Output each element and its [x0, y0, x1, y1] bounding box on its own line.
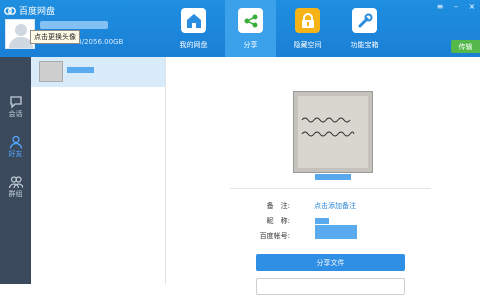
toolbox-icon [352, 8, 377, 33]
app-title-text: 百度网盘 [19, 6, 56, 17]
nickname-label: 昵 称: [266, 217, 290, 225]
share-file-button[interactable]: 分享文件 [256, 254, 405, 271]
app-title: 百度网盘 [4, 3, 55, 17]
friend-thumbnail [39, 61, 63, 82]
transfer-button[interactable]: 传输 [451, 40, 480, 53]
sidebar-item-friends[interactable]: 好友 [0, 135, 31, 169]
secondary-action-button[interactable] [256, 278, 405, 295]
remark-label: 备 注: [266, 202, 290, 210]
window-controls: ≡ – × [436, 3, 476, 11]
group-icon [8, 176, 23, 189]
nav-share[interactable]: 分享 [225, 0, 276, 57]
friend-name-redacted [67, 67, 94, 73]
nav-label: 功能宝箱 [350, 41, 379, 49]
friend-detail: 备 注: 点击添加备注 昵 称: 百度帐号: 分享文件 [166, 57, 480, 295]
nav-label: 我的网盘 [179, 41, 208, 49]
nav-label: 分享 [243, 41, 258, 49]
friend-list [31, 57, 166, 284]
transfer-label: 传输 [458, 42, 473, 51]
left-sidebar: 会话 好友 群组 [0, 57, 31, 284]
friend-name-redacted [315, 174, 351, 180]
avatar-head-shape [15, 24, 27, 36]
avatar-tooltip: 点击更换头像 [30, 30, 80, 44]
sidebar-item-chat[interactable]: 会话 [0, 95, 31, 129]
person-icon [9, 135, 22, 149]
minimize-icon[interactable]: – [452, 3, 460, 11]
sidebar-item-groups[interactable]: 群组 [0, 175, 31, 209]
handwriting-image [294, 92, 372, 172]
nickname-redacted [315, 218, 329, 224]
nav-label: 隐藏空间 [293, 41, 322, 49]
add-remark-link[interactable]: 点击添加备注 [314, 201, 356, 211]
close-icon[interactable]: × [468, 3, 476, 11]
friend-photo [293, 91, 373, 173]
remark-row: 备 注: 点击添加备注 [256, 201, 406, 211]
cloud-logo-icon [4, 6, 16, 15]
top-header: 百度网盘 815.53GB/2056.00GB 点击更换头像 我的网盘 分享 隐… [0, 0, 480, 57]
account-redacted [315, 225, 357, 239]
sidebar-item-label: 会话 [8, 110, 23, 118]
sidebar-item-label: 群组 [8, 190, 23, 198]
main-nav: 我的网盘 分享 隐藏空间 功能宝箱 [168, 0, 396, 57]
nav-hidden-space[interactable]: 隐藏空间 [282, 0, 333, 57]
home-folder-icon [181, 8, 206, 33]
share-file-label: 分享文件 [316, 258, 345, 267]
nav-my-drive[interactable]: 我的网盘 [168, 0, 219, 57]
divider [230, 188, 431, 189]
username-redacted [40, 21, 108, 29]
account-label: 百度帐号: [259, 232, 290, 240]
lock-icon [295, 8, 320, 33]
chat-bubble-icon [9, 96, 22, 109]
list-item[interactable] [31, 57, 165, 87]
nav-toolbox[interactable]: 功能宝箱 [339, 0, 390, 57]
account-row: 百度帐号: [256, 225, 406, 241]
share-cloud-icon [238, 8, 263, 33]
sidebar-item-label: 好友 [8, 150, 23, 158]
menu-icon[interactable]: ≡ [436, 3, 444, 11]
